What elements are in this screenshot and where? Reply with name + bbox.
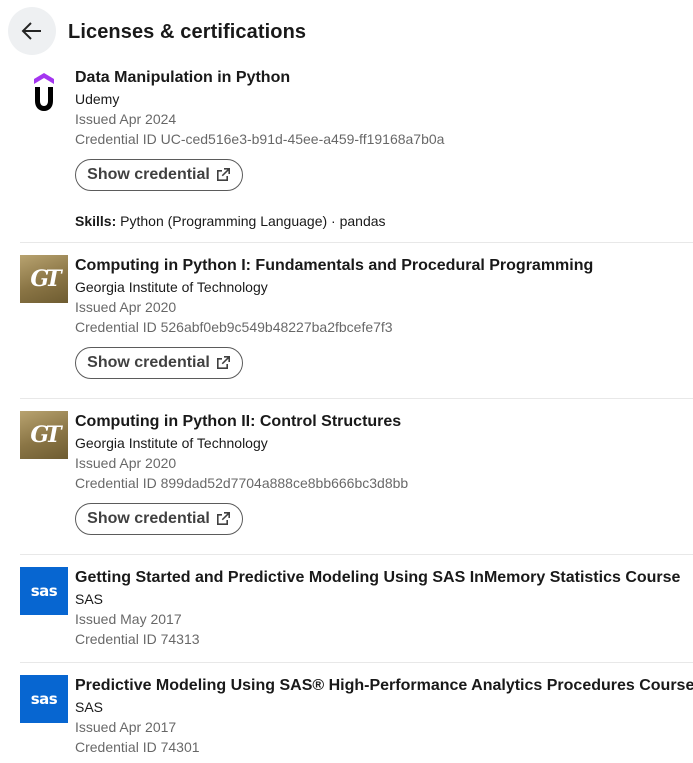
certification-info: Computing in Python II: Control Structur… bbox=[75, 411, 690, 493]
certification-title: Getting Started and Predictive Modeling … bbox=[75, 569, 681, 586]
sas-logo-text: sas bbox=[30, 690, 58, 708]
show-credential-label: Show credential bbox=[87, 510, 210, 527]
sas-logo: sas bbox=[20, 567, 68, 615]
certification-info: Computing in Python I: Fundamentals and … bbox=[75, 255, 690, 337]
certification-title: Data Manipulation in Python bbox=[75, 69, 291, 86]
issuer-name: Georgia Institute of Technology bbox=[75, 435, 268, 451]
certification-info: Getting Started and Predictive Modeling … bbox=[75, 567, 690, 649]
back-button[interactable] bbox=[8, 7, 56, 55]
divider bbox=[20, 554, 693, 555]
issue-date: Issued Apr 2017 bbox=[75, 719, 177, 735]
certification-item: GT Computing in Python I: Fundamentals a… bbox=[20, 255, 693, 385]
sas-logo-text: sas bbox=[30, 582, 58, 600]
issue-date: Issued Apr 2020 bbox=[75, 299, 177, 315]
issue-date: Issued Apr 2020 bbox=[75, 455, 177, 471]
external-link-icon bbox=[216, 168, 230, 181]
show-credential-button[interactable]: Show credential bbox=[75, 503, 243, 535]
divider bbox=[20, 662, 693, 663]
issuer-name: Georgia Institute of Technology bbox=[75, 279, 268, 295]
certification-title: Computing in Python I: Fundamentals and … bbox=[75, 257, 594, 274]
issuer-name: Udemy bbox=[75, 91, 120, 107]
certification-item: sas Getting Started and Predictive Model… bbox=[20, 567, 693, 657]
certification-item: sas Predictive Modeling Using SAS® High-… bbox=[20, 675, 693, 763]
skills-line: Skills: Python (Programming Language) · … bbox=[75, 211, 386, 231]
show-credential-label: Show credential bbox=[87, 166, 210, 183]
credential-id: Credential ID 74313 bbox=[75, 631, 200, 647]
show-credential-button[interactable]: Show credential bbox=[75, 347, 243, 379]
page-title: Licenses & certifications bbox=[68, 21, 307, 43]
divider bbox=[20, 242, 693, 243]
issuer-name: SAS bbox=[75, 591, 104, 607]
georgia-tech-logo-text: GT bbox=[30, 266, 61, 292]
certification-item: Data Manipulation in Python Udemy Issued… bbox=[20, 67, 693, 237]
credential-id: Credential ID 74301 bbox=[75, 739, 200, 755]
issuer-name: SAS bbox=[75, 699, 104, 715]
certification-title: Predictive Modeling Using SAS® High-Perf… bbox=[75, 677, 693, 694]
georgia-tech-logo: GT bbox=[20, 411, 68, 459]
show-credential-button[interactable]: Show credential bbox=[75, 159, 243, 191]
skills-list: Python (Programming Language) · pandas bbox=[120, 213, 386, 229]
certification-item: GT Computing in Python II: Control Struc… bbox=[20, 411, 693, 541]
certification-title: Computing in Python II: Control Structur… bbox=[75, 413, 402, 430]
credential-id: Credential ID UC-ced516e3-b91d-45ee-a459… bbox=[75, 131, 445, 147]
certification-info: Predictive Modeling Using SAS® High-Perf… bbox=[75, 675, 693, 757]
credential-id: Credential ID 526abf0eb9c549b48227ba2fbc… bbox=[75, 319, 393, 335]
external-link-icon bbox=[216, 356, 230, 369]
georgia-tech-logo: GT bbox=[20, 255, 68, 303]
issue-date: Issued May 2017 bbox=[75, 611, 182, 627]
page-header: Licenses & certifications bbox=[0, 0, 693, 64]
certification-info: Data Manipulation in Python Udemy Issued… bbox=[75, 67, 690, 149]
divider bbox=[20, 398, 693, 399]
issue-date: Issued Apr 2024 bbox=[75, 111, 177, 127]
sas-logo: sas bbox=[20, 675, 68, 723]
external-link-icon bbox=[216, 512, 230, 525]
arrow-left-icon bbox=[21, 22, 41, 40]
georgia-tech-logo-text: GT bbox=[30, 422, 61, 448]
skills-label: Skills: bbox=[75, 213, 117, 229]
udemy-logo bbox=[20, 67, 68, 115]
show-credential-label: Show credential bbox=[87, 354, 210, 371]
credential-id: Credential ID 899dad52d7704a888ce8bb666b… bbox=[75, 475, 409, 491]
